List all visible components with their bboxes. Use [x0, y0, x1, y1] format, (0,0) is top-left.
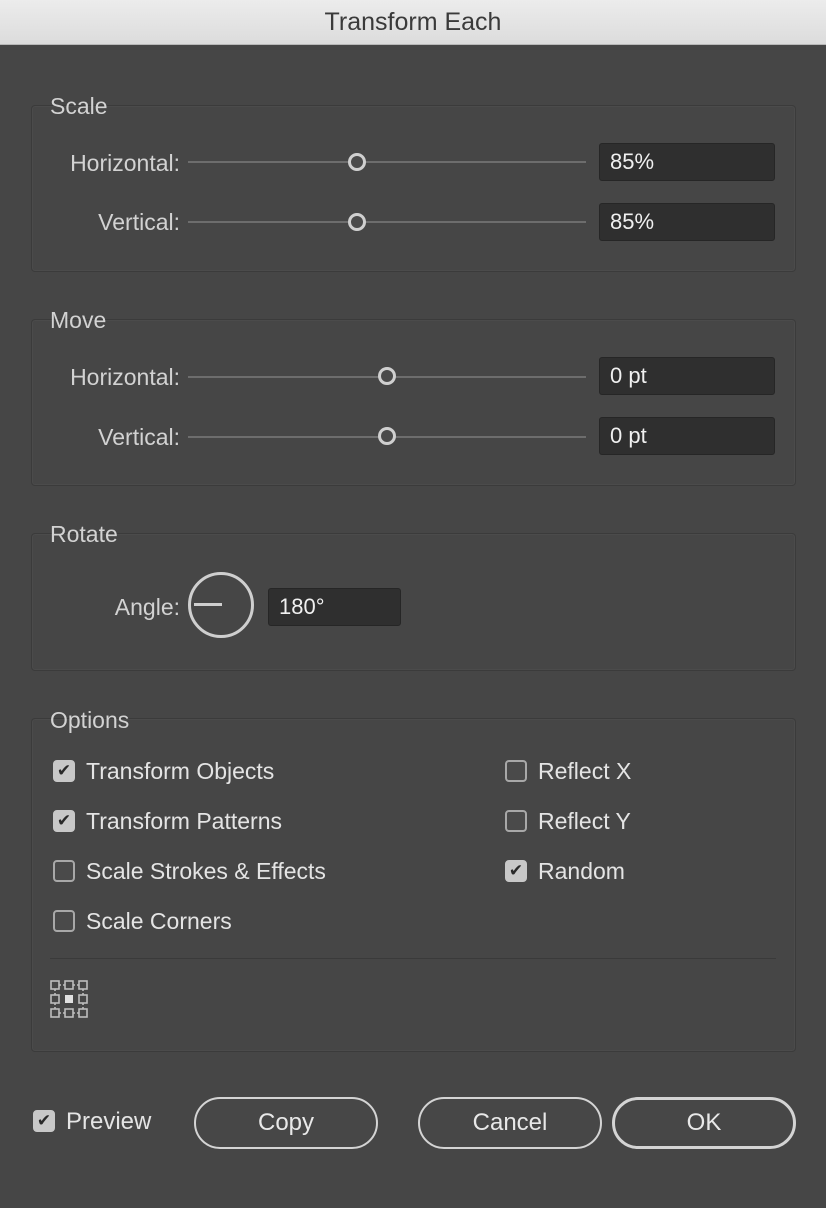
transform-each-dialog: Transform Each Scale Horizontal: 85% Ver… — [0, 0, 826, 1208]
scale-corners-label[interactable]: Scale Corners — [86, 908, 232, 935]
window-title: Transform Each — [0, 0, 826, 45]
transform-patterns-checkbox[interactable]: ✔ — [53, 810, 75, 832]
move-horizontal-input[interactable]: 0 pt — [599, 357, 775, 395]
move-vertical-label: Vertical: — [98, 424, 180, 450]
move-group-label: Move — [50, 307, 107, 333]
copy-button[interactable]: Copy — [194, 1097, 378, 1149]
reflect-x-label[interactable]: Reflect X — [538, 758, 631, 785]
scale-vertical-slider[interactable] — [188, 221, 586, 223]
reflect-x-checkbox[interactable] — [505, 760, 527, 782]
scale-vertical-input[interactable]: 85% — [599, 203, 775, 241]
preview-label[interactable]: Preview — [66, 1108, 151, 1136]
scale-horizontal-label: Horizontal: — [70, 150, 180, 176]
preview-checkbox[interactable]: ✔ — [33, 1110, 55, 1132]
random-checkbox[interactable]: ✔ — [505, 860, 527, 882]
scale-corners-checkbox[interactable] — [53, 910, 75, 932]
angle-dial-hand — [194, 603, 222, 606]
move-horizontal-label: Horizontal: — [70, 364, 180, 390]
scale-horizontal-slider[interactable] — [188, 161, 586, 163]
random-label[interactable]: Random — [538, 858, 625, 885]
move-vertical-slider-thumb[interactable] — [378, 427, 396, 445]
angle-label: Angle: — [114, 594, 180, 620]
rotate-group-label: Rotate — [50, 521, 118, 547]
move-vertical-input[interactable]: 0 pt — [599, 417, 775, 455]
angle-dial[interactable] — [188, 572, 254, 638]
scale-horizontal-input[interactable]: 85% — [599, 143, 775, 181]
move-horizontal-slider-thumb[interactable] — [378, 367, 396, 385]
move-group — [31, 319, 796, 486]
transform-objects-label[interactable]: Transform Objects — [86, 758, 274, 785]
transform-patterns-label[interactable]: Transform Patterns — [86, 808, 282, 835]
options-divider — [50, 958, 776, 959]
scale-group-label: Scale — [50, 93, 108, 119]
transform-objects-checkbox[interactable]: ✔ — [53, 760, 75, 782]
options-group-label: Options — [50, 707, 130, 733]
scale-vertical-label: Vertical: — [98, 209, 180, 235]
scale-strokes-effects-label[interactable]: Scale Strokes & Effects — [86, 858, 326, 885]
reflect-y-checkbox[interactable] — [505, 810, 527, 832]
scale-vertical-slider-thumb[interactable] — [348, 213, 366, 231]
cancel-button[interactable]: Cancel — [418, 1097, 602, 1149]
angle-input[interactable]: 180° — [268, 588, 401, 626]
scale-horizontal-slider-thumb[interactable] — [348, 153, 366, 171]
scale-group — [31, 105, 796, 272]
reference-point-locator-icon[interactable] — [50, 980, 88, 1018]
scale-strokes-effects-checkbox[interactable] — [53, 860, 75, 882]
reflect-y-label[interactable]: Reflect Y — [538, 808, 631, 835]
ok-button[interactable]: OK — [612, 1097, 796, 1149]
